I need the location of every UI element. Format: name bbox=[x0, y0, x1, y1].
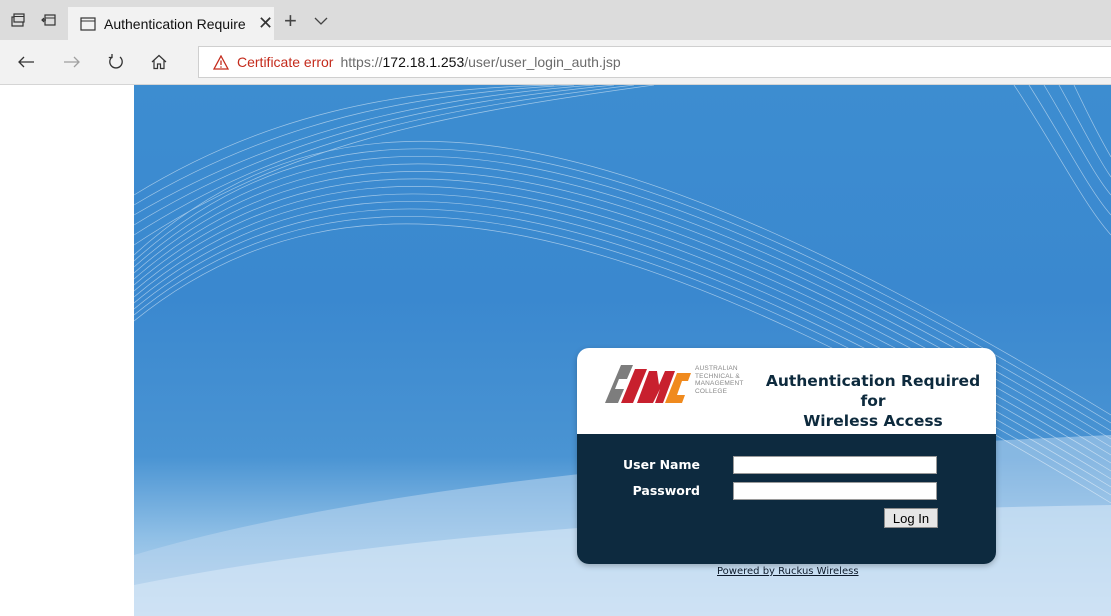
certificate-error-label[interactable]: Certificate error bbox=[237, 54, 333, 70]
tab-bar: Authentication Requirec ✕ + bbox=[0, 0, 1111, 40]
logo-caption: AUSTRALIAN TECHNICAL & MANAGEMENT COLLEG… bbox=[695, 365, 755, 395]
heading-line-2: Wireless Access bbox=[803, 412, 943, 430]
url-scheme: https:// bbox=[340, 54, 383, 70]
password-input[interactable] bbox=[733, 482, 937, 500]
close-tab-icon[interactable]: ✕ bbox=[258, 13, 273, 34]
set-tabs-aside-icon[interactable] bbox=[10, 12, 26, 28]
url-host: 172.18.1.253 bbox=[382, 54, 465, 70]
url-text[interactable]: https://172.18.1.253/user/user_login_aut… bbox=[340, 54, 620, 70]
heading-line-1: Authentication Required for bbox=[765, 372, 981, 410]
back-arrow-icon[interactable] bbox=[14, 50, 38, 74]
warning-icon[interactable] bbox=[213, 54, 229, 70]
logo-caption-line: TECHNICAL & bbox=[695, 372, 740, 380]
login-card-header: AUSTRALIAN TECHNICAL & MANAGEMENT COLLEG… bbox=[577, 348, 996, 434]
logo-caption-line: MANAGEMENT bbox=[695, 380, 744, 387]
atmc-logo bbox=[605, 365, 691, 408]
password-label: Password bbox=[632, 483, 700, 498]
login-heading: Authentication Required for Wireless Acc… bbox=[753, 371, 993, 431]
login-form: User Name Password Log In bbox=[577, 434, 996, 564]
page-background: AUSTRALIAN TECHNICAL & MANAGEMENT COLLEG… bbox=[134, 85, 1111, 616]
address-bar[interactable]: Certificate error https://172.18.1.253/u… bbox=[198, 46, 1111, 78]
home-icon[interactable] bbox=[147, 50, 171, 74]
forward-arrow-icon[interactable] bbox=[60, 50, 84, 74]
login-button[interactable]: Log In bbox=[884, 508, 938, 528]
navigation-bar: Certificate error https://172.18.1.253/u… bbox=[0, 40, 1111, 85]
logo-caption-line: AUSTRALIAN bbox=[695, 365, 738, 372]
chevron-down-icon[interactable] bbox=[314, 13, 328, 31]
powered-by-link[interactable]: Powered by Ruckus Wireless bbox=[717, 566, 859, 577]
logo-caption-line: COLLEGE bbox=[695, 387, 728, 395]
login-card: AUSTRALIAN TECHNICAL & MANAGEMENT COLLEG… bbox=[577, 348, 996, 564]
username-label: User Name bbox=[623, 457, 700, 472]
tab-title: Authentication Requirec bbox=[104, 15, 246, 32]
new-tab-button[interactable]: + bbox=[284, 8, 297, 34]
tab-active[interactable]: Authentication Requirec ✕ bbox=[68, 7, 274, 40]
url-path: /user/user_login_auth.jsp bbox=[464, 54, 621, 70]
page-icon bbox=[80, 16, 96, 31]
username-input[interactable] bbox=[733, 456, 937, 474]
refresh-icon[interactable] bbox=[104, 50, 128, 74]
tabs-aside-icon[interactable] bbox=[41, 12, 57, 28]
